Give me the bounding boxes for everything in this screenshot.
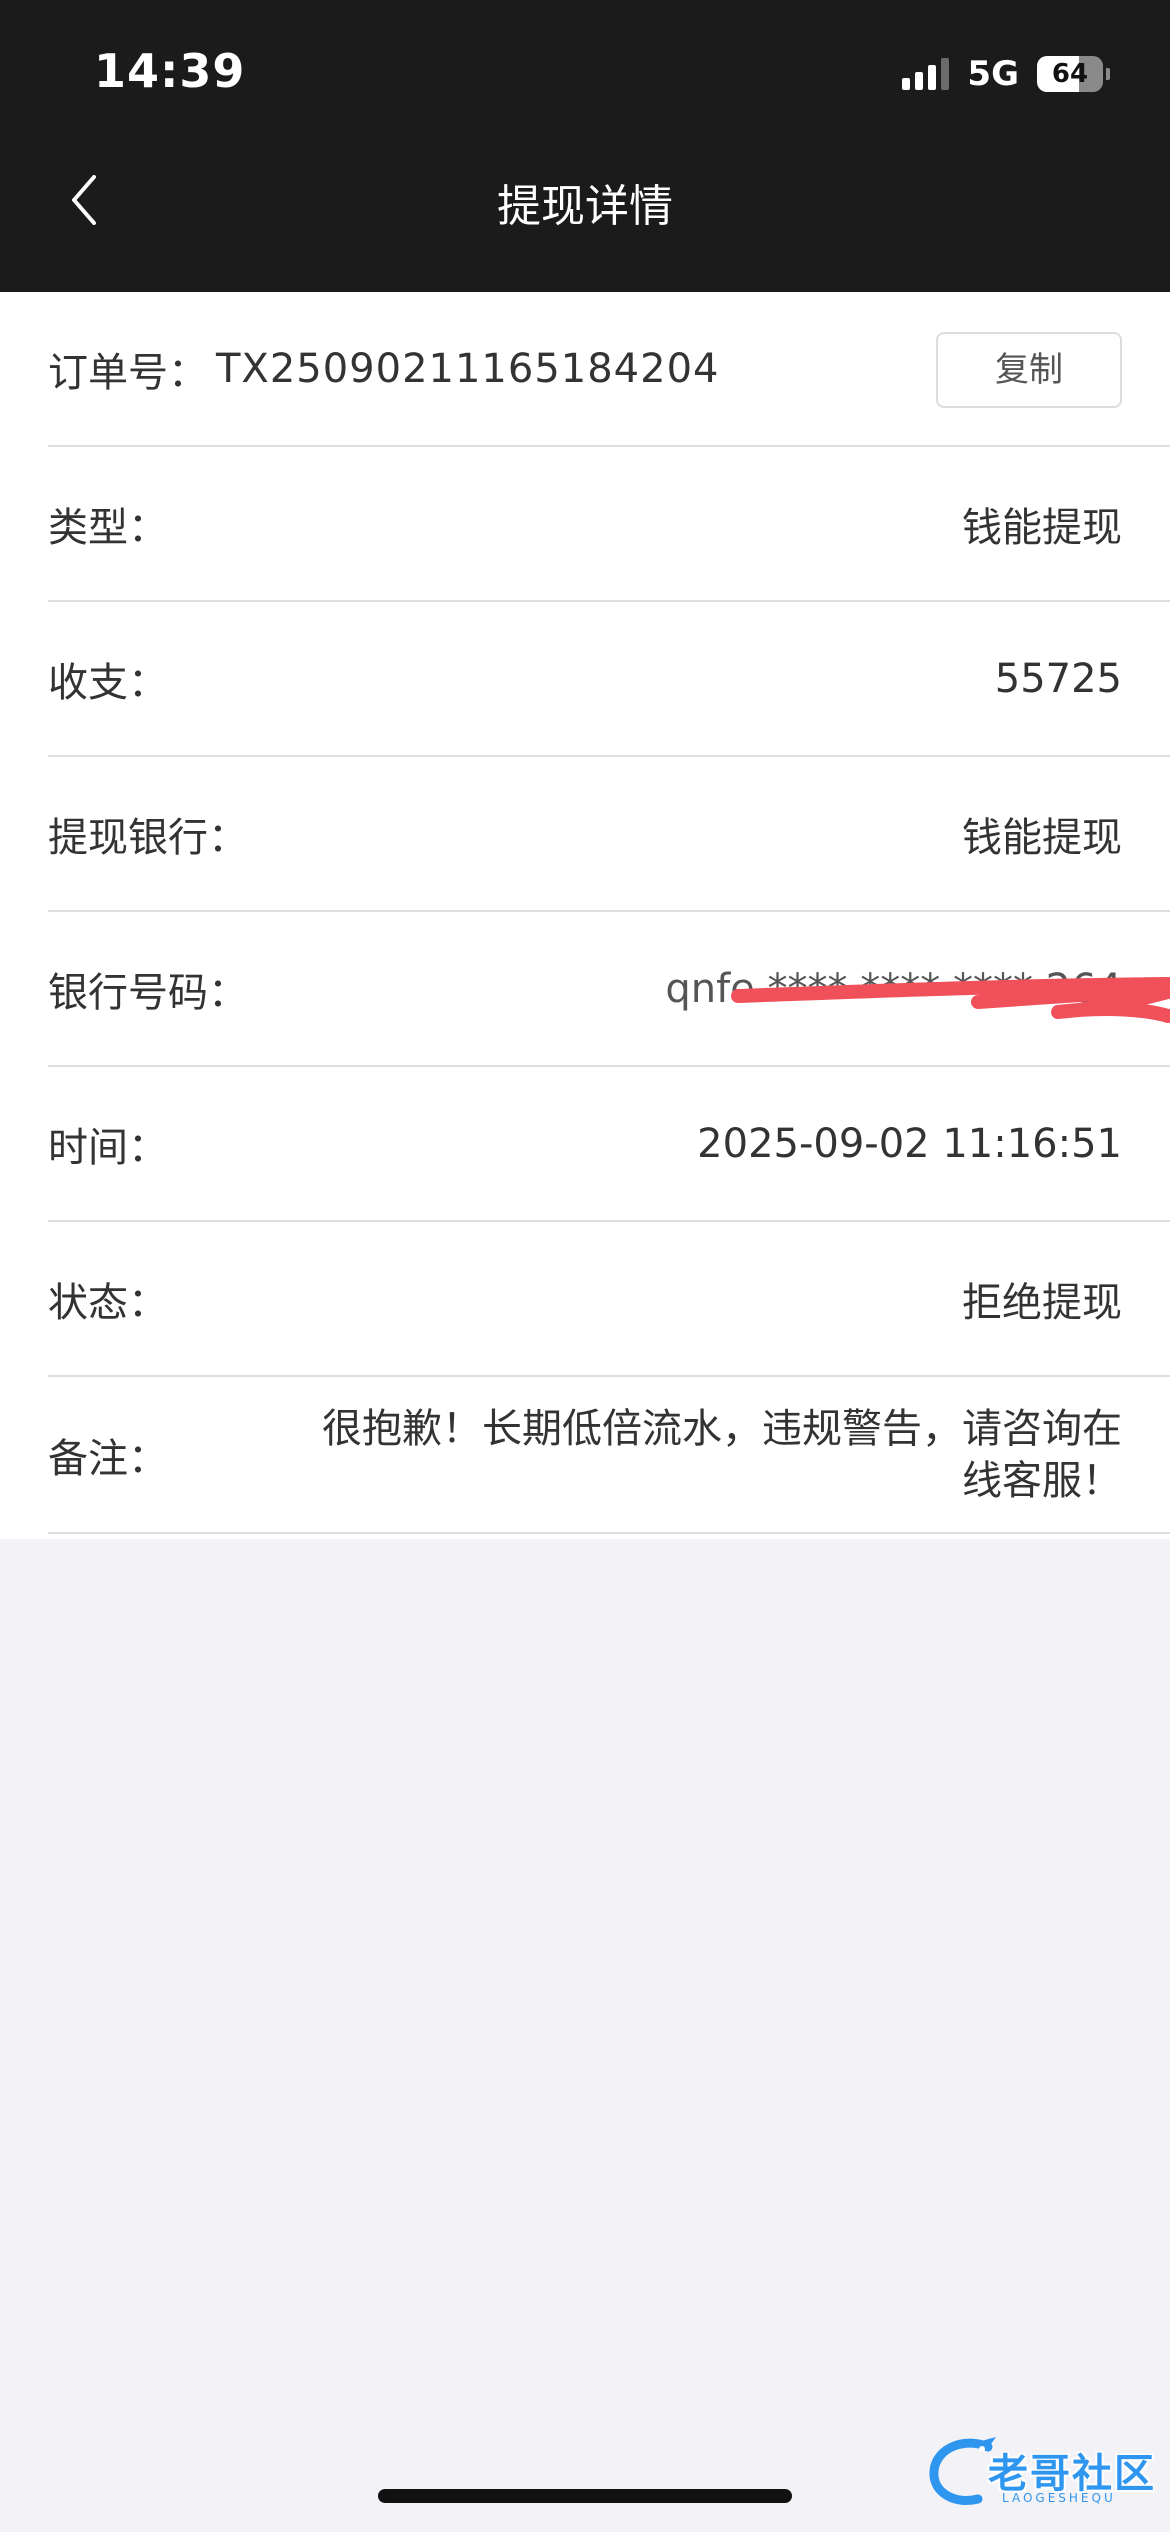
signal-icon	[902, 58, 950, 90]
detail-row-bank: 提现银行： 钱能提现	[48, 757, 1170, 912]
type-value: 钱能提现	[962, 504, 1122, 551]
status-label: 状态：	[48, 1279, 168, 1326]
amount-value: 55725	[994, 655, 1122, 702]
page-title: 提现详情	[497, 181, 673, 232]
bank-number-value: qnfe **** **** **** 264	[665, 965, 1122, 1012]
remark-value: 很抱歉！长期低倍流水，违规警告，请咨询在线客服！	[322, 1406, 1122, 1504]
status-value: 拒绝提现	[962, 1279, 1122, 1326]
bank-number-label: 银行号码：	[48, 969, 248, 1016]
header: 14:39 5G 64 提现详情	[0, 0, 1170, 292]
type-label: 类型：	[48, 504, 168, 551]
withdrawal-details-card: 订单号： TX25090211165184204 复制 类型： 钱能提现 收支：…	[0, 292, 1170, 1539]
order-number: TX25090211165184204	[216, 345, 720, 392]
time-value: 2025-09-02 11:16:51	[697, 1120, 1122, 1167]
time-label: 时间：	[48, 1124, 168, 1171]
home-indicator[interactable]	[378, 2489, 792, 2503]
detail-row-time: 时间： 2025-09-02 11:16:51	[48, 1067, 1170, 1222]
bank-value: 钱能提现	[962, 814, 1122, 861]
watermark-logo: 老哥社区 LAOGESHEQU	[926, 2433, 1158, 2511]
status-indicators: 5G 64	[902, 54, 1110, 94]
copy-button[interactable]: 复制	[936, 332, 1122, 408]
watermark-subtext: LAOGESHEQU	[1002, 2491, 1116, 2505]
order-row: 订单号： TX25090211165184204 复制	[48, 292, 1170, 447]
bank-label: 提现银行：	[48, 814, 248, 861]
amount-label: 收支：	[48, 659, 168, 706]
battery-level: 64	[1037, 56, 1103, 92]
detail-row-type: 类型： 钱能提现	[48, 447, 1170, 602]
detail-row-bank-number: 银行号码： qnfe **** **** **** 264	[48, 912, 1170, 1067]
remark-label: 备注：	[48, 1435, 168, 1482]
detail-row-status: 状态： 拒绝提现	[48, 1222, 1170, 1377]
status-time: 14:39	[94, 44, 246, 98]
order-label: 订单号：	[48, 349, 208, 396]
detail-row-amount: 收支： 55725	[48, 602, 1170, 757]
detail-row-remark: 备注： 很抱歉！长期低倍流水，违规警告，请咨询在线客服！	[48, 1377, 1170, 1534]
battery-icon: 64	[1037, 56, 1110, 92]
network-type: 5G	[967, 54, 1019, 94]
